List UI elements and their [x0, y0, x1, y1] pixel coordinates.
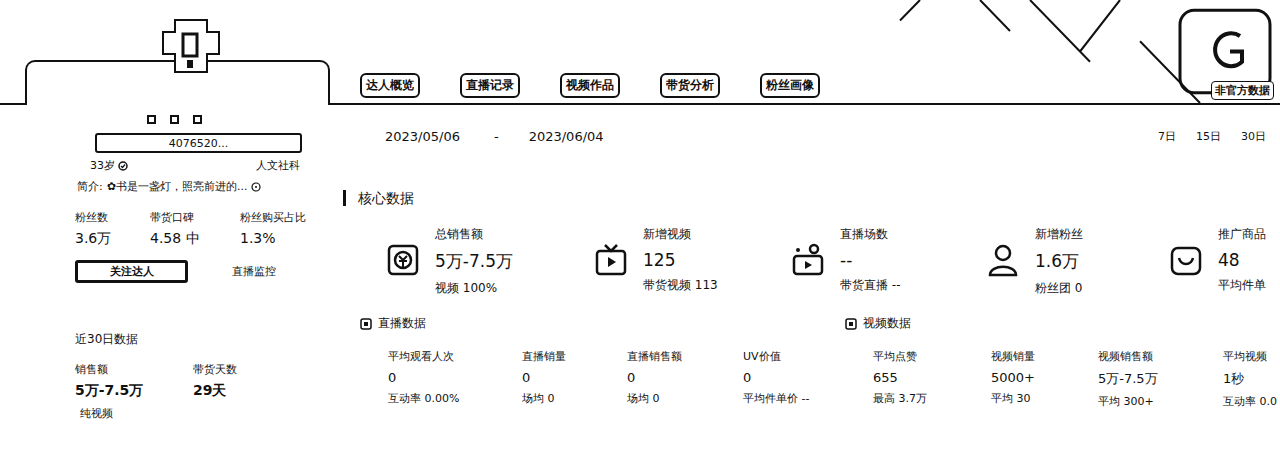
header: 达人概览 直播记录 视频作品 带货分析 粉丝画像 非官方数据 — [0, 0, 1280, 105]
bio: ✿书是一盏灯，照亮前进的... — [107, 179, 248, 194]
tab[interactable]: 视频作品 — [560, 73, 620, 98]
name-mark — [193, 115, 202, 124]
live-panel: 直播数据平均观看人次0互动率 0.00%直播销量0场均 0直播销售额0场均 0U… — [360, 315, 845, 409]
watermark: 非官方数据 — [1211, 81, 1274, 100]
category: 人文社科 — [256, 158, 300, 173]
core-title: 核心数据 — [343, 190, 1280, 206]
page: 达人概览 直播记录 视频作品 带货分析 粉丝画像 非官方数据 4076520... 33岁 人文… — [0, 0, 1280, 453]
period-tab[interactable]: 30日 — [1241, 129, 1266, 144]
video-panel: 视频数据平均点赞655最高 3.7万视频销量5000+平均 30视频销售额5万-… — [845, 315, 1280, 409]
info-icon[interactable] — [251, 182, 261, 192]
panel-icon — [360, 318, 372, 330]
name-mark — [170, 115, 179, 124]
sales-icon — [385, 242, 421, 278]
profile-tab — [25, 60, 330, 105]
profile-stats: 粉丝数3.6万带货口碑4.58 中粉丝购买占比1.3% — [75, 210, 330, 248]
detail-panels: 直播数据平均观看人次0互动率 0.00%直播销量0场均 0直播销售额0场均 0U… — [360, 315, 1280, 409]
tab[interactable]: 粉丝画像 — [760, 73, 820, 98]
tab[interactable]: 直播记录 — [460, 73, 520, 98]
action-button[interactable]: 直播监控 — [228, 261, 280, 283]
panel-stat: 直播销量0场均 0 — [522, 349, 627, 406]
id-box: 4076520... — [95, 133, 302, 153]
user-icon — [985, 242, 1021, 278]
video-icon — [593, 242, 629, 278]
panel-title: 视频数据 — [845, 315, 1280, 332]
panel-stats: 平均点赞655最高 3.7万视频销量5000+平均 30视频销售额5万-7.5万… — [845, 349, 1280, 409]
metric: 直播场数--带货直播 -- — [790, 226, 985, 297]
metric: 新增视频125带货视频 113 — [593, 226, 790, 297]
profile-panel: 4076520... 33岁 人文社科简介: ✿书是一盏灯，照亮前进的... 粉丝数3.… — [0, 105, 330, 453]
profile-stat: 带货口碑4.58 中 — [150, 210, 240, 248]
header-line — [0, 0, 25, 105]
panel-stats: 平均观看人次0互动率 0.00%直播销量0场均 0直播销售额0场均 0UV价值0… — [360, 349, 845, 406]
tab[interactable]: 达人概览 — [360, 73, 420, 98]
period-tab[interactable]: 15日 — [1196, 129, 1221, 144]
recent-title: 近30日数据 — [75, 331, 330, 348]
panel-stat: 平均点赞655最高 3.7万 — [873, 349, 991, 409]
period-tabs: 7日 15日 30日 — [1158, 129, 1280, 144]
panel-stat: 平均视频1秒互动率 0.0 — [1223, 349, 1280, 409]
tab-bar: 达人概览 直播记录 视频作品 带货分析 粉丝画像 — [330, 73, 820, 103]
panel-stat: 直播销售额0场均 0 — [627, 349, 743, 406]
overview: 2023/05/06-2023/06/047日15日30日核心数据总销售额5万-… — [330, 105, 1280, 453]
panel-stat: 视频销量5000+平均 30 — [991, 349, 1098, 409]
content: 4076520... 33岁 人文社科简介: ✿书是一盏灯，照亮前进的... 粉丝数3.… — [0, 105, 1280, 453]
profile-stat: 粉丝购买占比1.3% — [240, 210, 330, 248]
age-row: 33岁 人文社科 — [90, 158, 300, 173]
panel-stat: 视频销售额5万-7.5万平均 300+ — [1098, 349, 1223, 409]
metric: 新增粉丝1.6万粉丝团 0 — [985, 226, 1168, 297]
panel-title: 直播数据 — [360, 315, 845, 332]
bio-label: 简介: — [77, 179, 103, 194]
profile-actions: 关注达人 直播监控 — [75, 260, 330, 283]
period-tab[interactable]: 7日 — [1158, 129, 1176, 144]
live-icon — [790, 242, 826, 278]
recent-note: 纯视频 — [80, 406, 330, 421]
age: 33岁 — [90, 158, 128, 173]
verified-icon — [118, 161, 128, 171]
bio-row: 简介: ✿书是一盏灯，照亮前进的... — [77, 179, 330, 194]
panel-stat: UV价值0平均件单价 -- — [743, 349, 845, 406]
date-range[interactable]: 2023/05/06-2023/06/047日15日30日 — [385, 129, 1280, 144]
tab[interactable]: 带货分析 — [660, 73, 720, 98]
recent-stat: 销售额5万-7.5万 — [75, 362, 193, 400]
recent-stat: 带货天数29天 — [193, 362, 330, 400]
header-bar: 达人概览 直播记录 视频作品 带货分析 粉丝画像 非官方数据 — [330, 0, 1280, 105]
recent-stats: 销售额5万-7.5万带货天数29天 — [75, 362, 330, 400]
metric: 推广商品48平均件单 — [1168, 226, 1280, 297]
name-marks — [147, 115, 330, 125]
metric: 总销售额5万-7.5万视频 100% — [385, 226, 593, 297]
panel-icon — [845, 318, 857, 330]
name-mark — [147, 115, 156, 124]
core-metrics: 总销售额5万-7.5万视频 100%新增视频125带货视频 113直播场数--带… — [385, 226, 1280, 297]
bag-icon — [1168, 242, 1204, 278]
header-decoration: 非官方数据 — [880, 0, 1280, 103]
action-button[interactable]: 关注达人 — [75, 260, 188, 283]
profile-stat: 粉丝数3.6万 — [75, 210, 150, 248]
panel-stat: 平均观看人次0互动率 0.00% — [388, 349, 522, 406]
avatar-icon — [145, 14, 237, 92]
